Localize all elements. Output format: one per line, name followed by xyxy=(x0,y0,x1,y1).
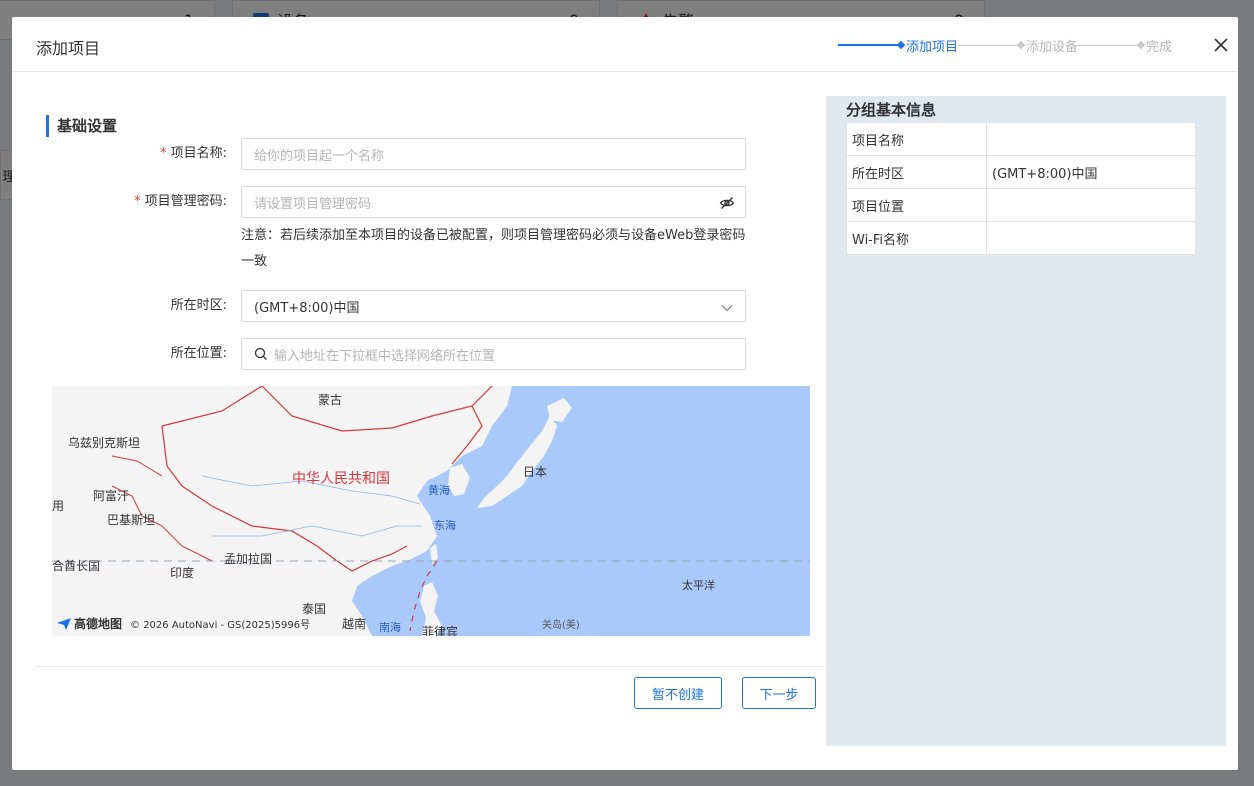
map-label: 巴基斯坦 xyxy=(107,513,156,527)
project-password-input[interactable]: 请设置项目管理密码 xyxy=(241,186,746,218)
project-password-placeholder: 请设置项目管理密码 xyxy=(254,196,372,212)
dialog-title: 添加项目 xyxy=(36,39,101,58)
required-mark: * xyxy=(160,146,167,161)
map-label: 阿富汗 xyxy=(93,489,130,503)
search-icon xyxy=(254,347,267,360)
close-icon[interactable] xyxy=(1212,36,1230,54)
timezone-label: 所在时区: xyxy=(170,298,227,313)
skip-create-button[interactable]: 暂不创建 xyxy=(634,677,722,709)
location-map[interactable]: 蒙古 乌兹别克斯坦 中华人民共和国 日本 黄海 东海 阿富汗 巴基斯坦 孟加拉国… xyxy=(52,386,810,636)
step-connector xyxy=(1078,44,1141,46)
project-name-label: * 项目名称: xyxy=(12,138,227,170)
info-key: 项目位置 xyxy=(846,188,987,222)
map-label: 越南 xyxy=(342,617,367,631)
timezone-value: (GMT+8:00)中国 xyxy=(254,300,360,316)
map-label: 日本 xyxy=(523,465,548,479)
project-password-label-text: 项目管理密码: xyxy=(144,194,227,209)
map-label: 孟加拉国 xyxy=(224,552,273,566)
info-value xyxy=(986,221,1196,255)
info-value xyxy=(986,122,1196,156)
info-value xyxy=(986,188,1196,222)
footer-divider xyxy=(36,666,826,667)
project-name-label-text: 项目名称: xyxy=(170,146,227,161)
section-title-basic-settings: 基础设置 xyxy=(46,115,117,137)
timezone-select[interactable]: (GMT+8:00)中国 xyxy=(241,290,746,322)
map-label: 黄海 xyxy=(428,484,450,497)
step-dot-icon xyxy=(1136,40,1146,50)
map-label: 中华人民共和国 xyxy=(292,471,390,487)
step-indicator: 添加项目 添加设备 完成 xyxy=(838,36,1173,55)
project-password-label: * 项目管理密码: xyxy=(12,186,227,218)
step-connector xyxy=(958,44,1021,46)
required-mark: * xyxy=(134,194,141,209)
step-connector xyxy=(838,44,900,46)
map-label: 印度 xyxy=(170,566,195,580)
map-attribution: 高德地图 © 2026 AutoNavi - GS(2025)5996号 xyxy=(56,615,310,632)
location-placeholder: 输入地址在下拉框中选择网络所在位置 xyxy=(274,348,496,364)
map-canvas xyxy=(52,386,810,636)
eye-hidden-icon[interactable] xyxy=(719,195,735,211)
map-label: 菲律宾 xyxy=(422,625,459,636)
location-label: 所在位置: xyxy=(170,346,227,361)
map-label: 用 xyxy=(52,499,65,513)
dialog-header: 添加项目 添加项目 添加设备 完成 xyxy=(12,17,1238,72)
step-dot-icon xyxy=(1016,40,1026,50)
step-dot-icon xyxy=(896,40,906,50)
info-value: (GMT+8:00)中国 xyxy=(986,155,1196,189)
password-note: 注意：若后续添加至本项目的设备已被配置，则项目管理密码必须与设备eWeb登录密码… xyxy=(241,228,746,269)
map-label: 东海 xyxy=(434,519,456,532)
group-info-title: 分组基本信息 xyxy=(846,101,937,119)
amap-logo: 高德地图 xyxy=(56,615,122,632)
table-row: 所在时区 (GMT+8:00)中国 xyxy=(846,155,1196,189)
info-key: 所在时区 xyxy=(846,155,987,189)
group-info-table: 项目名称 所在时区 (GMT+8:00)中国 项目位置 Wi-Fi名称 xyxy=(846,122,1196,255)
amap-arrow-icon xyxy=(57,617,71,630)
map-label: 乌兹别克斯坦 xyxy=(68,436,141,450)
next-step-button[interactable]: 下一步 xyxy=(742,677,816,709)
map-label: 合酋长国 xyxy=(52,559,101,573)
map-copyright: © 2026 AutoNavi - GS(2025)5996号 xyxy=(130,620,311,631)
step-add-project: 添加项目 xyxy=(906,39,959,55)
map-land xyxy=(448,464,470,496)
map-label: 南海 xyxy=(379,621,401,634)
table-row: 项目位置 xyxy=(846,188,1196,222)
map-land xyxy=(547,398,572,422)
info-key: Wi-Fi名称 xyxy=(846,221,987,255)
step-complete: 完成 xyxy=(1146,39,1173,55)
chevron-down-icon xyxy=(721,305,733,312)
map-label: 太平洋 xyxy=(682,579,715,592)
add-project-dialog: 添加项目 添加项目 添加设备 完成 基础设置 * 项目名称: 给你的项目起一个名称… xyxy=(12,17,1238,770)
project-name-placeholder: 给你的项目起一个名称 xyxy=(254,148,385,164)
project-name-input[interactable]: 给你的项目起一个名称 xyxy=(241,138,746,170)
map-label: 蒙古 xyxy=(318,393,343,407)
group-info-panel: 分组基本信息 项目名称 所在时区 (GMT+8:00)中国 项目位置 Wi-Fi… xyxy=(826,96,1226,746)
info-key: 项目名称 xyxy=(846,122,987,156)
table-row: Wi-Fi名称 xyxy=(846,221,1196,255)
step-add-device: 添加设备 xyxy=(1026,39,1079,55)
table-row: 项目名称 xyxy=(846,122,1196,156)
map-label: 关岛(美) xyxy=(542,620,580,631)
location-search-input[interactable]: 输入地址在下拉框中选择网络所在位置 xyxy=(241,338,746,370)
amap-logo-text: 高德地图 xyxy=(74,617,123,631)
